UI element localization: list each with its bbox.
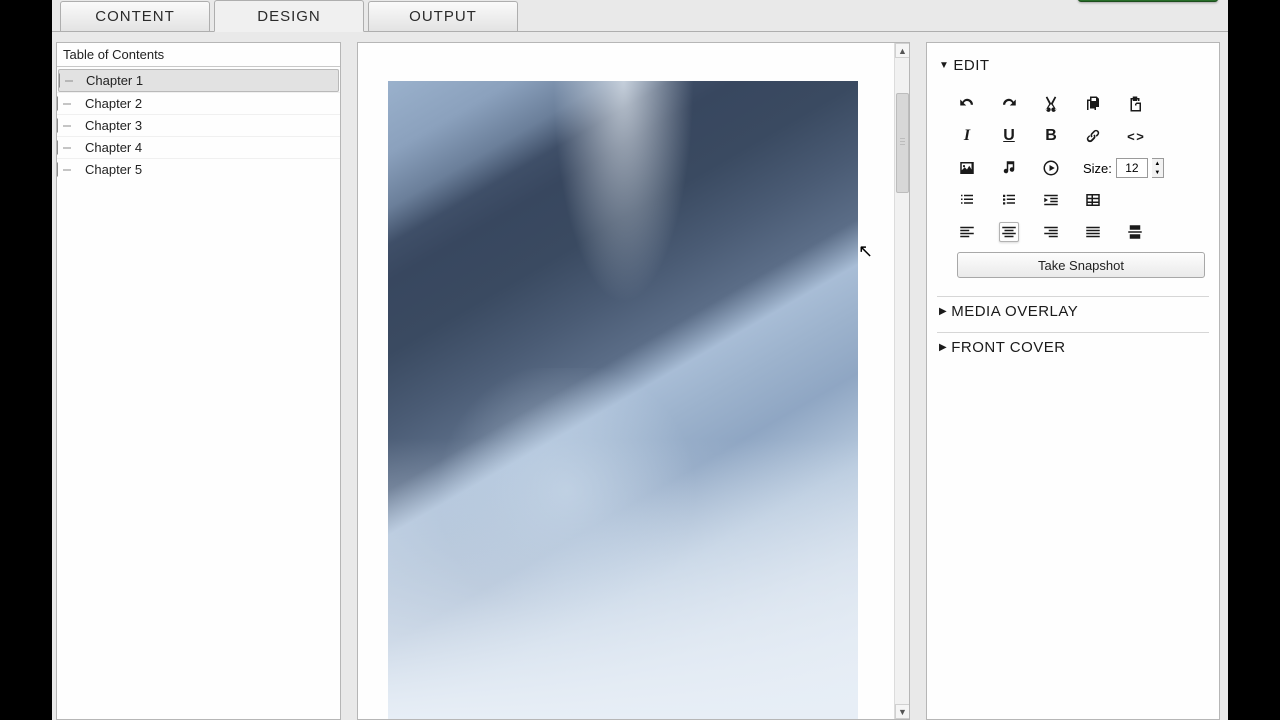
section-edit-header[interactable]: ▼ EDIT — [937, 51, 1209, 80]
redo-icon[interactable] — [999, 94, 1019, 114]
section-title: FRONT COVER — [951, 339, 1065, 356]
scroll-down-icon[interactable]: ▼ — [895, 704, 910, 719]
align-left-icon[interactable] — [957, 222, 977, 242]
toc-panel: Table of Contents Chapter 1 Chapter 2 Ch… — [56, 42, 341, 720]
preview-scrollbar[interactable]: ▲ ▼ — [894, 43, 909, 719]
mouse-cursor-icon: ↖ — [858, 241, 873, 262]
toc-item-label: Chapter 4 — [85, 140, 142, 155]
tab-output[interactable]: OUTPUT — [368, 1, 518, 31]
page-break-icon[interactable] — [1125, 222, 1145, 242]
section-title: MEDIA OVERLAY — [951, 303, 1078, 320]
toc-item[interactable]: Chapter 2 — [57, 92, 340, 114]
toc-item-label: Chapter 3 — [85, 118, 142, 133]
chevron-right-icon: ▶ — [939, 342, 947, 353]
chevron-down-icon: ▼ — [939, 60, 949, 71]
tab-content[interactable]: CONTENT — [60, 1, 210, 31]
code-button[interactable]: < > — [1125, 126, 1145, 146]
toc-item[interactable]: Chapter 3 — [57, 114, 340, 136]
app: CONTENT DESIGN OUTPUT Table of Contents … — [52, 0, 1228, 720]
size-input[interactable]: 12 — [1116, 158, 1148, 178]
spinner-down-icon[interactable]: ▼ — [1152, 168, 1163, 177]
ordered-list-icon[interactable] — [957, 190, 977, 210]
section-media-overlay: ▶ MEDIA OVERLAY — [937, 296, 1209, 326]
design-canvas[interactable] — [388, 81, 858, 719]
tab-strip: CONTENT DESIGN OUTPUT — [52, 0, 1228, 32]
section-edit: ▼ EDIT I U B — [937, 51, 1209, 290]
paste-icon[interactable] — [1125, 94, 1145, 114]
cut-icon[interactable] — [1041, 94, 1061, 114]
side-panel: ▼ EDIT I U B — [926, 42, 1220, 720]
table-icon[interactable] — [1083, 190, 1103, 210]
pillarbox-left — [0, 0, 52, 720]
toc-tree: Chapter 1 Chapter 2 Chapter 3 Chapter 4 … — [57, 67, 340, 182]
align-center-icon[interactable] — [999, 222, 1019, 242]
section-front-cover-header[interactable]: ▶ FRONT COVER — [937, 332, 1209, 362]
scroll-up-icon[interactable]: ▲ — [895, 43, 910, 58]
section-front-cover: ▶ FRONT COVER — [937, 332, 1209, 362]
build-button[interactable] — [1078, 0, 1218, 2]
toc-item[interactable]: Chapter 5 — [57, 158, 340, 180]
pillarbox-right — [1228, 0, 1280, 720]
bold-button[interactable]: B — [1041, 126, 1061, 146]
scroll-thumb[interactable] — [896, 93, 909, 193]
toc-item-label: Chapter 1 — [86, 73, 143, 88]
preview-panel: ↖ ▲ ▼ — [357, 42, 910, 720]
underline-button[interactable]: U — [999, 126, 1019, 146]
toc-item-label: Chapter 5 — [85, 162, 142, 177]
toc-item[interactable]: Chapter 4 — [57, 136, 340, 158]
indent-icon[interactable] — [1041, 190, 1061, 210]
italic-button[interactable]: I — [957, 126, 977, 146]
image-icon[interactable] — [957, 158, 977, 178]
tree-connector-icon — [63, 147, 71, 148]
align-justify-icon[interactable] — [1083, 222, 1103, 242]
bullet-list-icon[interactable] — [999, 190, 1019, 210]
size-label: Size: — [1083, 161, 1112, 176]
edit-tools: I U B < > Size: 12 ▲▼ — [937, 80, 1209, 290]
tree-connector-icon — [63, 169, 71, 170]
toc-heading: Table of Contents — [57, 43, 340, 67]
size-spinner[interactable]: ▲▼ — [1152, 158, 1164, 178]
chevron-right-icon: ▶ — [939, 306, 947, 317]
body: Table of Contents Chapter 1 Chapter 2 Ch… — [52, 42, 1228, 720]
tab-design[interactable]: DESIGN — [214, 0, 364, 32]
align-right-icon[interactable] — [1041, 222, 1061, 242]
spinner-up-icon[interactable]: ▲ — [1152, 159, 1163, 168]
font-size-control: Size: 12 ▲▼ — [1083, 158, 1164, 178]
toc-item[interactable]: Chapter 1 — [58, 69, 339, 92]
undo-icon[interactable] — [957, 94, 977, 114]
toc-item-label: Chapter 2 — [85, 96, 142, 111]
section-title: EDIT — [953, 57, 989, 74]
copy-icon[interactable] — [1083, 94, 1103, 114]
tree-connector-icon — [63, 103, 71, 104]
tree-connector-icon — [65, 80, 73, 81]
audio-icon[interactable] — [999, 158, 1019, 178]
take-snapshot-button[interactable]: Take Snapshot — [957, 252, 1205, 278]
tree-connector-icon — [63, 125, 71, 126]
section-media-overlay-header[interactable]: ▶ MEDIA OVERLAY — [937, 296, 1209, 326]
video-icon[interactable] — [1041, 158, 1061, 178]
link-icon[interactable] — [1083, 126, 1103, 146]
